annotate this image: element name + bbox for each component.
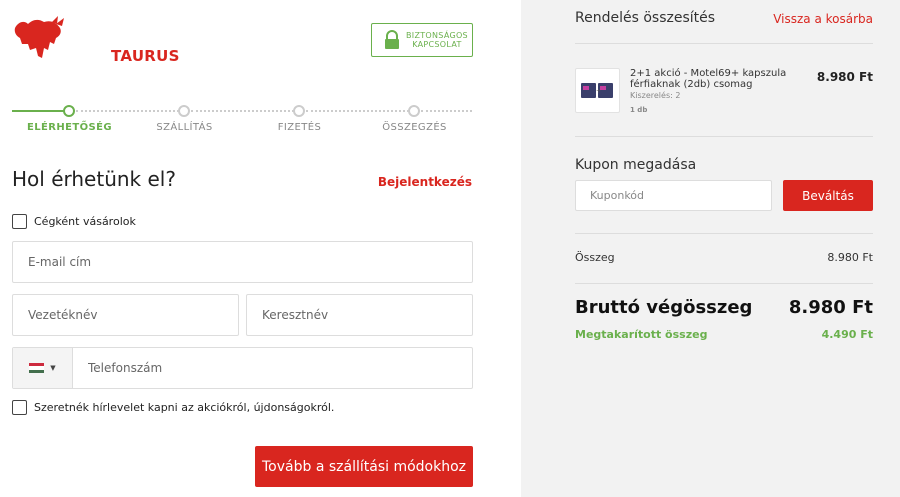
email-input[interactable] (13, 242, 472, 282)
email-field[interactable] (12, 241, 473, 283)
firstname-input[interactable] (247, 295, 472, 335)
step-dot-summary (408, 105, 420, 117)
lock-icon (384, 30, 400, 50)
step-line-done (12, 110, 64, 112)
secure-line2: KAPCSOLAT (412, 40, 462, 49)
step-label-payment[interactable]: FIZETÉS (242, 122, 357, 133)
summary-title: Rendelés összesítés (575, 10, 716, 26)
chevron-down-icon: ▼ (50, 364, 56, 372)
step-label-contact[interactable]: ELÉRHETŐSÉG (12, 122, 127, 133)
step-dot-contact (63, 105, 75, 117)
product-image: + (575, 68, 620, 113)
divider (575, 233, 873, 234)
secure-line1: BIZTONSÁGOS (406, 31, 468, 40)
checkout-form-panel: TAURUS BIZTONSÁGOS KAPCSOLAT ELÉRHETŐSÉG… (0, 0, 521, 497)
page-title: Hol érhetünk el? (12, 167, 176, 191)
newsletter-checkbox-row[interactable]: Szeretnék hírlevelet kapni az akciókról,… (12, 400, 334, 415)
phone-field[interactable]: ▼ (12, 347, 473, 389)
total-value: 8.980 Ft (788, 297, 873, 318)
login-link[interactable]: Bejelentkezés (378, 175, 472, 189)
step-label-summary[interactable]: ÖSSZEGZÉS (357, 122, 472, 133)
subtotal-value: 8.980 Ft (827, 251, 873, 264)
company-checkbox[interactable] (12, 214, 27, 229)
continue-to-shipping-button[interactable]: Tovább a szállítási módokhoz (255, 446, 473, 487)
country-select[interactable]: ▼ (13, 348, 73, 388)
savings-value: 4.490 Ft (821, 328, 873, 341)
subtotal-label: Összeg (575, 251, 615, 264)
step-dot-payment (293, 105, 305, 117)
brand-name: TAURUS (111, 47, 180, 65)
step-dot-shipping (178, 105, 190, 117)
redeem-coupon-button[interactable]: Beváltás (783, 180, 873, 211)
svg-text:+: + (596, 88, 601, 95)
back-to-cart-link[interactable]: Vissza a kosárba (773, 12, 873, 26)
hungary-flag-icon (29, 363, 45, 373)
newsletter-checkbox-label: Szeretnék hírlevelet kapni az akciókról,… (34, 401, 335, 414)
step-label-shipping[interactable]: SZÁLLÍTÁS (127, 122, 242, 133)
coupon-title: Kupon megadása (575, 157, 697, 173)
product-quantity: 1 db (630, 106, 648, 114)
step-line (76, 110, 179, 112)
divider (575, 43, 873, 44)
newsletter-checkbox[interactable] (12, 400, 27, 415)
step-line (191, 110, 294, 112)
coupon-input[interactable] (576, 181, 771, 210)
lastname-input[interactable] (13, 295, 238, 335)
lastname-field[interactable] (12, 294, 239, 336)
step-line (306, 110, 409, 112)
divider (575, 283, 873, 284)
phone-input[interactable] (13, 348, 472, 388)
product-variant: Kiszerelés: 2 (630, 91, 681, 100)
product-name: 2+1 akció - Motel69+ kapszula férfiaknak… (630, 68, 787, 90)
company-checkbox-label: Cégként vásárolok (34, 215, 136, 228)
divider (575, 136, 873, 137)
secure-connection-badge: BIZTONSÁGOS KAPCSOLAT (371, 23, 473, 57)
coupon-field[interactable] (575, 180, 772, 211)
firstname-field[interactable] (246, 294, 473, 336)
savings-label: Megtakarított összeg (575, 328, 708, 341)
total-label: Bruttó végösszeg (575, 297, 753, 318)
company-checkbox-row[interactable]: Cégként vásárolok (12, 214, 136, 229)
order-summary-panel: Rendelés összesítés Vissza a kosárba + 2… (521, 0, 900, 497)
product-price: 8.980 Ft (816, 70, 873, 84)
bull-icon[interactable] (12, 14, 66, 62)
step-line (421, 110, 472, 112)
checkout-steps: ELÉRHETŐSÉG SZÁLLÍTÁS FIZETÉS ÖSSZEGZÉS (12, 104, 472, 144)
